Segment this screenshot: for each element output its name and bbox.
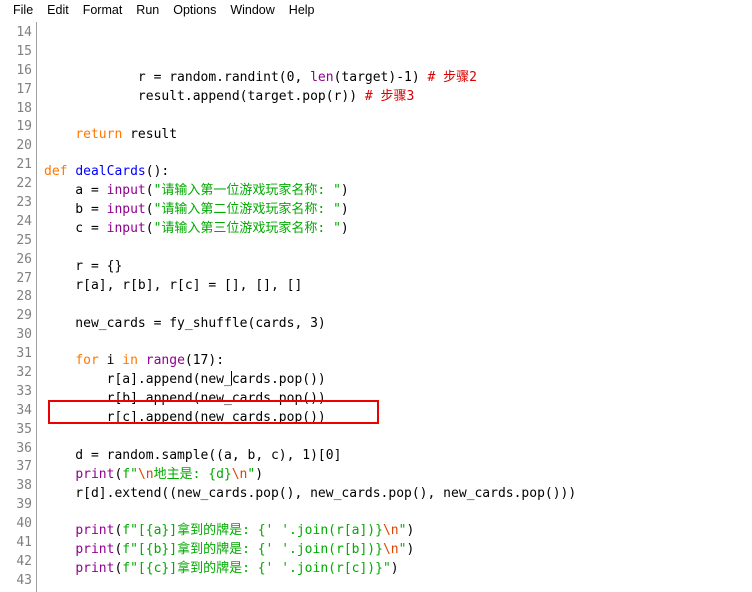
menu-item-window[interactable]: Window [223,0,281,21]
code-line[interactable]: for i in range(17): [44,352,752,371]
line-number: 26 [16,251,32,267]
menu-item-options[interactable]: Options [166,0,223,21]
menu-item-format[interactable]: Format [76,0,130,21]
editor-area[interactable]: 14 15 16 17 18 19 20 21 22 23 24 25 26 27 28 29 30 31 32 33… [0,21,752,592]
code-line[interactable]: return result [44,126,752,145]
code-line[interactable]: print(f"[{a}]拿到的牌是: {' '.join(r[a])}\n") [44,522,752,541]
code-line[interactable]: new_cards = fy_shuffle(cards, 3) [44,315,752,334]
menu-item-help[interactable]: Help [282,0,322,21]
line-number: 42 [16,553,32,569]
code-line[interactable]: result.append(target.pop(r)) # 步骤3 [44,88,752,107]
line-number: 32 [16,365,32,381]
line-number: 34 [16,402,32,418]
code-line[interactable]: print(f"\n地主是: {d}\n") [44,466,752,485]
line-number: 37 [16,459,32,475]
line-number: 38 [16,478,32,494]
code-line[interactable]: def dealCards(): [44,163,752,182]
line-number: 27 [16,270,32,286]
line-number: 33 [16,383,32,399]
line-number: 41 [16,535,32,551]
line-number: 21 [16,157,32,173]
line-number: 20 [16,138,32,154]
code-line[interactable] [44,107,752,126]
code-line[interactable]: r[a], r[b], r[c] = [], [], [] [44,277,752,296]
line-number: 24 [16,213,32,229]
code-line[interactable] [44,579,752,592]
code-line[interactable] [44,239,752,258]
line-number: 19 [16,119,32,135]
line-number: 31 [16,346,32,362]
code-line[interactable] [44,145,752,164]
code-text-area[interactable]: r = random.randint(0, len(target)-1) # 步… [37,22,752,592]
code-line[interactable]: r[d].extend((new_cards.pop(), new_cards.… [44,485,752,504]
menu-item-run[interactable]: Run [129,0,166,21]
code-line[interactable]: b = input("请输入第二位游戏玩家名称: ") [44,201,752,220]
text-caret [231,371,233,386]
line-number: 28 [16,289,32,305]
line-number: 43 [16,572,32,588]
line-number: 23 [16,195,32,211]
line-number: 17 [16,81,32,97]
line-number: 35 [16,421,32,437]
code-line[interactable]: print(f"[{b}]拿到的牌是: {' '.join(r[b])}\n") [44,541,752,560]
line-number: 36 [16,440,32,456]
code-line[interactable]: r[b].append(new_cards.pop()) [44,390,752,409]
line-number: 16 [16,62,32,78]
code-line[interactable] [44,503,752,522]
line-number-gutter: 14 15 16 17 18 19 20 21 22 23 24 25 26 27 28 29 30 31 32 33… [0,22,37,592]
code-line[interactable] [44,428,752,447]
code-line[interactable]: r[a].append(new_cards.pop()) [44,371,752,390]
code-line[interactable] [44,296,752,315]
line-number: 39 [16,497,32,513]
line-number: 18 [16,100,32,116]
code-line[interactable]: r = random.randint(0, len(target)-1) # 步… [44,69,752,88]
code-line[interactable]: d = random.sample((a, b, c), 1)[0] [44,447,752,466]
line-number: 14 [16,25,32,40]
line-number: 40 [16,516,32,532]
menu-item-edit[interactable]: Edit [40,0,76,21]
menu-bar: File Edit Format Run Options Window Help [0,0,752,21]
line-number: 15 [16,43,32,59]
code-line[interactable]: c = input("请输入第三位游戏玩家名称: ") [44,220,752,239]
line-number: 30 [16,327,32,343]
code-line[interactable]: r = {} [44,258,752,277]
code-line[interactable]: print(f"[{c}]拿到的牌是: {' '.join(r[c])}") [44,560,752,579]
line-number: 29 [16,308,32,324]
line-number: 22 [16,176,32,192]
code-line[interactable] [44,333,752,352]
code-line[interactable]: a = input("请输入第一位游戏玩家名称: ") [44,182,752,201]
menu-item-file[interactable]: File [6,0,40,21]
line-number: 25 [16,232,32,248]
code-line[interactable]: r[c].append(new_cards.pop()) [44,409,752,428]
